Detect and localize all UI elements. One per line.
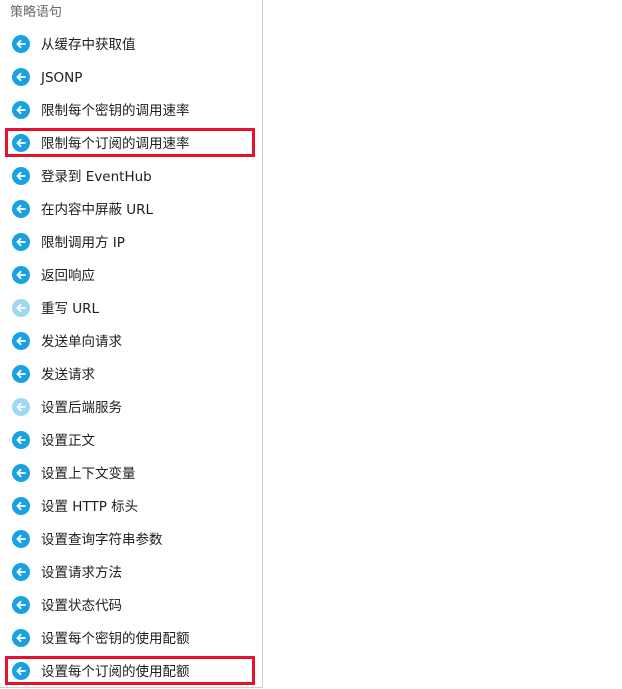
- policy-statement-item[interactable]: 设置查询字符串参数: [0, 524, 262, 557]
- arrow-left-circle-icon: [12, 233, 30, 251]
- policy-statement-list: 从缓存中获取值 JSONP 限制每个密钥的调用速率 限制每个订阅的调用速率 登录: [0, 29, 262, 689]
- arrow-left-circle-icon: [12, 167, 30, 185]
- arrow-left-circle-icon: [12, 35, 30, 53]
- arrow-left-circle-icon: [12, 464, 30, 482]
- policy-statement-label: JSONP: [41, 70, 83, 86]
- arrow-left-circle-icon: [12, 365, 30, 383]
- policy-statement-label: 设置正文: [41, 433, 95, 449]
- policy-statement-label: 设置请求方法: [41, 565, 122, 581]
- policy-statement-item[interactable]: 设置请求方法: [0, 557, 262, 590]
- policy-statement-item[interactable]: 在内容中屏蔽 URL: [0, 194, 262, 227]
- policy-statement-label: 设置上下文变量: [41, 466, 136, 482]
- arrow-left-circle-icon: [12, 662, 30, 680]
- policy-statement-item[interactable]: 设置上下文变量: [0, 458, 262, 491]
- arrow-left-circle-icon: [12, 563, 30, 581]
- policy-statement-item[interactable]: 从缓存中获取值: [0, 29, 262, 62]
- policy-statement-label: 设置 HTTP 标头: [41, 499, 139, 515]
- policy-statement-label: 限制每个密钥的调用速率: [41, 103, 190, 119]
- arrow-left-circle-icon: [12, 332, 30, 350]
- policy-statement-label: 限制调用方 IP: [41, 235, 125, 251]
- arrow-left-circle-icon: [12, 299, 30, 317]
- policy-statement-label: 在内容中屏蔽 URL: [41, 202, 154, 218]
- policy-statement-label: 设置查询字符串参数: [41, 532, 163, 548]
- policy-statement-item[interactable]: 返回响应: [0, 260, 262, 293]
- policy-statement-label: 重写 URL: [41, 301, 100, 317]
- policy-statement-item[interactable]: 登录到 EventHub: [0, 161, 262, 194]
- policy-statements-panel: 策略语句 从缓存中获取值 JSONP 限制每个密钥的调用速率 限制每个订阅的调用: [0, 0, 263, 688]
- policy-statement-item[interactable]: 设置每个密钥的使用配额: [0, 623, 262, 656]
- policy-statement-item[interactable]: 限制每个订阅的调用速率: [0, 128, 262, 161]
- policy-statement-label: 发送单向请求: [41, 334, 122, 350]
- policy-statement-item[interactable]: JSONP: [0, 62, 262, 95]
- policy-statement-item[interactable]: 限制调用方 IP: [0, 227, 262, 260]
- policy-statement-label: 设置每个密钥的使用配额: [41, 631, 190, 647]
- policy-statement-item[interactable]: 重写 URL: [0, 293, 262, 326]
- policy-statement-label: 设置每个订阅的使用配额: [41, 664, 190, 680]
- arrow-left-circle-icon: [12, 596, 30, 614]
- arrow-left-circle-icon: [12, 398, 30, 416]
- policy-statement-item[interactable]: 设置 HTTP 标头: [0, 491, 262, 524]
- arrow-left-circle-icon: [12, 431, 30, 449]
- arrow-left-circle-icon: [12, 68, 30, 86]
- policy-statement-label: 登录到 EventHub: [41, 169, 152, 185]
- arrow-left-circle-icon: [12, 200, 30, 218]
- policy-statement-item[interactable]: 发送单向请求: [0, 326, 262, 359]
- arrow-left-circle-icon: [12, 266, 30, 284]
- policy-statement-item[interactable]: 设置状态代码: [0, 590, 262, 623]
- policy-statement-item[interactable]: 限制每个密钥的调用速率: [0, 95, 262, 128]
- policy-statement-label: 设置后端服务: [41, 400, 122, 416]
- policy-statement-label: 设置状态代码: [41, 598, 122, 614]
- arrow-left-circle-icon: [12, 101, 30, 119]
- policy-statement-label: 返回响应: [41, 268, 95, 284]
- policy-statement-item[interactable]: 设置每个订阅的使用配额: [0, 656, 262, 689]
- policy-statement-label: 从缓存中获取值: [41, 37, 136, 53]
- policy-statement-item[interactable]: 设置后端服务: [0, 392, 262, 425]
- policy-statement-item[interactable]: 设置正文: [0, 425, 262, 458]
- panel-title: 策略语句: [10, 5, 63, 20]
- arrow-left-circle-icon: [12, 629, 30, 647]
- policy-statement-label: 发送请求: [41, 367, 95, 383]
- arrow-left-circle-icon: [12, 134, 30, 152]
- policy-statement-label: 限制每个订阅的调用速率: [41, 136, 190, 152]
- arrow-left-circle-icon: [12, 497, 30, 515]
- policy-statement-item[interactable]: 发送请求: [0, 359, 262, 392]
- arrow-left-circle-icon: [12, 530, 30, 548]
